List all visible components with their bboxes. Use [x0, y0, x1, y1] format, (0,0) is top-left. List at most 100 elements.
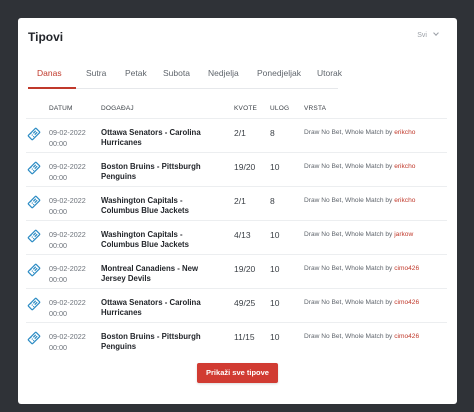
tip-date: 09-02-2022 [49, 128, 86, 137]
tip-time: 00:00 [49, 343, 67, 352]
show-all-tips-button[interactable]: Prikaži sve tipove [197, 363, 278, 383]
row-divider [26, 254, 447, 255]
column-header-type: VRSTA [304, 105, 327, 112]
tab-sutra[interactable]: Sutra [86, 68, 106, 78]
tip-user-link[interactable]: cimo426 [394, 299, 419, 306]
tip-time: 00:00 [49, 173, 67, 182]
tip-by-word: by [385, 333, 393, 340]
tip-date: 09-02-2022 [49, 162, 86, 171]
filter-value: Svi [417, 32, 427, 39]
tip-event: Boston Bruins - Pittsburgh Penguins [101, 162, 201, 181]
table-row[interactable]: 09-02-2022 00:00 Ottawa Senators - Carol… [18, 118, 457, 152]
tip-odds: 2/1 [234, 128, 246, 138]
tip-by-word: by [385, 299, 393, 306]
tip-type: Draw No Bet, Whole Match by erikcho [304, 129, 415, 136]
tab-utorak[interactable]: Utorak [317, 68, 342, 78]
tip-type-text: Draw No Bet, Whole Match [304, 129, 384, 136]
tip-user-link[interactable]: erikcho [394, 163, 415, 170]
tip-odds: 4/13 [234, 230, 251, 240]
row-divider [26, 186, 447, 187]
tip-time: 00:00 [49, 241, 67, 250]
tips-card: Tipovi Svi Danas Sutra Petak Subota Nedj… [18, 18, 457, 404]
tip-type-text: Draw No Bet, Whole Match [304, 299, 384, 306]
tip-odds: 2/1 [234, 196, 246, 206]
tip-date: 09-02-2022 [49, 298, 86, 307]
active-tab-indicator [28, 87, 76, 89]
row-divider [26, 322, 447, 323]
tip-time: 00:00 [49, 207, 67, 216]
tab-nedjelja[interactable]: Nedjelja [208, 68, 239, 78]
tip-time: 00:00 [49, 309, 67, 318]
tip-type-text: Draw No Bet, Whole Match [304, 265, 384, 272]
column-header-date: DATUM [49, 105, 73, 112]
tip-date: 09-02-2022 [49, 264, 86, 273]
chevron-down-icon [433, 30, 439, 36]
row-divider [26, 220, 447, 221]
tip-type-text: Draw No Bet, Whole Match [304, 333, 384, 340]
tab-subota[interactable]: Subota [163, 68, 190, 78]
row-divider [26, 118, 447, 119]
tip-user-link[interactable]: cimo426 [394, 333, 419, 340]
tip-by-word: by [385, 163, 393, 170]
tip-type: Draw No Bet, Whole Match by jarkow [304, 231, 413, 238]
tip-stake: 10 [270, 264, 280, 274]
tip-event: Ottawa Senators - Carolina Hurricanes [101, 128, 201, 147]
tip-stake: 10 [270, 332, 280, 342]
tip-event: Washington Capitals - Columbus Blue Jack… [101, 196, 189, 215]
tab-ponedjeljak[interactable]: Ponedjeljak [257, 68, 301, 78]
tip-odds: 49/25 [234, 298, 256, 308]
tip-user-link[interactable]: jarkow [394, 231, 413, 238]
tip-odds: 19/20 [234, 264, 256, 274]
tip-time: 00:00 [49, 139, 67, 148]
ticket-icon [27, 127, 41, 141]
tab-danas[interactable]: Danas [37, 68, 62, 78]
tip-user-link[interactable]: cimo426 [394, 265, 419, 272]
table-row[interactable]: 09-02-2022 00:00 Boston Bruins - Pittsbu… [18, 152, 457, 186]
tip-type: Draw No Bet, Whole Match by erikcho [304, 197, 415, 204]
tip-odds: 11/15 [234, 332, 255, 342]
column-header-event: DOGAĐAJ [101, 105, 134, 112]
page-title: Tipovi [28, 30, 64, 44]
table-row[interactable]: 09-02-2022 00:00 Washington Capitals - C… [18, 220, 457, 254]
tab-petak[interactable]: Petak [125, 68, 147, 78]
row-divider [26, 152, 447, 153]
filter-select[interactable]: Svi [417, 30, 439, 39]
ticket-icon [27, 263, 41, 277]
tip-type-text: Draw No Bet, Whole Match [304, 163, 384, 170]
tip-by-word: by [385, 129, 393, 136]
tip-stake: 8 [270, 128, 275, 138]
tip-stake: 8 [270, 196, 275, 206]
column-header-stake: ULOG [270, 105, 290, 112]
tip-event: Ottawa Senators - Carolina Hurricanes [101, 298, 201, 317]
tip-type: Draw No Bet, Whole Match by cimo426 [304, 265, 419, 272]
tip-event: Boston Bruins - Pittsburgh Penguins [101, 332, 201, 351]
tip-stake: 10 [270, 230, 280, 240]
table-row[interactable]: 09-02-2022 00:00 Washington Capitals - C… [18, 186, 457, 220]
tip-odds: 19/20 [234, 162, 256, 172]
row-divider [26, 288, 447, 289]
ticket-icon [27, 297, 41, 311]
ticket-icon [27, 331, 41, 345]
tip-type: Draw No Bet, Whole Match by erikcho [304, 163, 415, 170]
table-row[interactable]: 09-02-2022 00:00 Boston Bruins - Pittsbu… [18, 322, 457, 356]
tip-stake: 10 [270, 162, 280, 172]
tip-date: 09-02-2022 [49, 230, 86, 239]
ticket-icon [27, 195, 41, 209]
tip-type: Draw No Bet, Whole Match by cimo426 [304, 299, 419, 306]
table-row[interactable]: 09-02-2022 00:00 Ottawa Senators - Carol… [18, 288, 457, 322]
tip-user-link[interactable]: erikcho [394, 129, 415, 136]
tip-time: 00:00 [49, 275, 67, 284]
tip-type-text: Draw No Bet, Whole Match [304, 231, 384, 238]
tip-by-word: by [385, 265, 393, 272]
table-row[interactable]: 09-02-2022 00:00 Montreal Canadiens - Ne… [18, 254, 457, 288]
tip-stake: 10 [270, 298, 280, 308]
ticket-icon [27, 161, 41, 175]
day-tabs: Danas Sutra Petak Subota Nedjelja Ponedj… [28, 63, 342, 89]
tip-by-word: by [385, 197, 393, 204]
tip-date: 09-02-2022 [49, 332, 86, 341]
tip-date: 09-02-2022 [49, 196, 86, 205]
tip-event: Washington Capitals - Columbus Blue Jack… [101, 230, 189, 249]
tip-by-word: by [385, 231, 393, 238]
tip-user-link[interactable]: erikcho [394, 197, 415, 204]
column-header-odds: KVOTE [234, 105, 258, 112]
